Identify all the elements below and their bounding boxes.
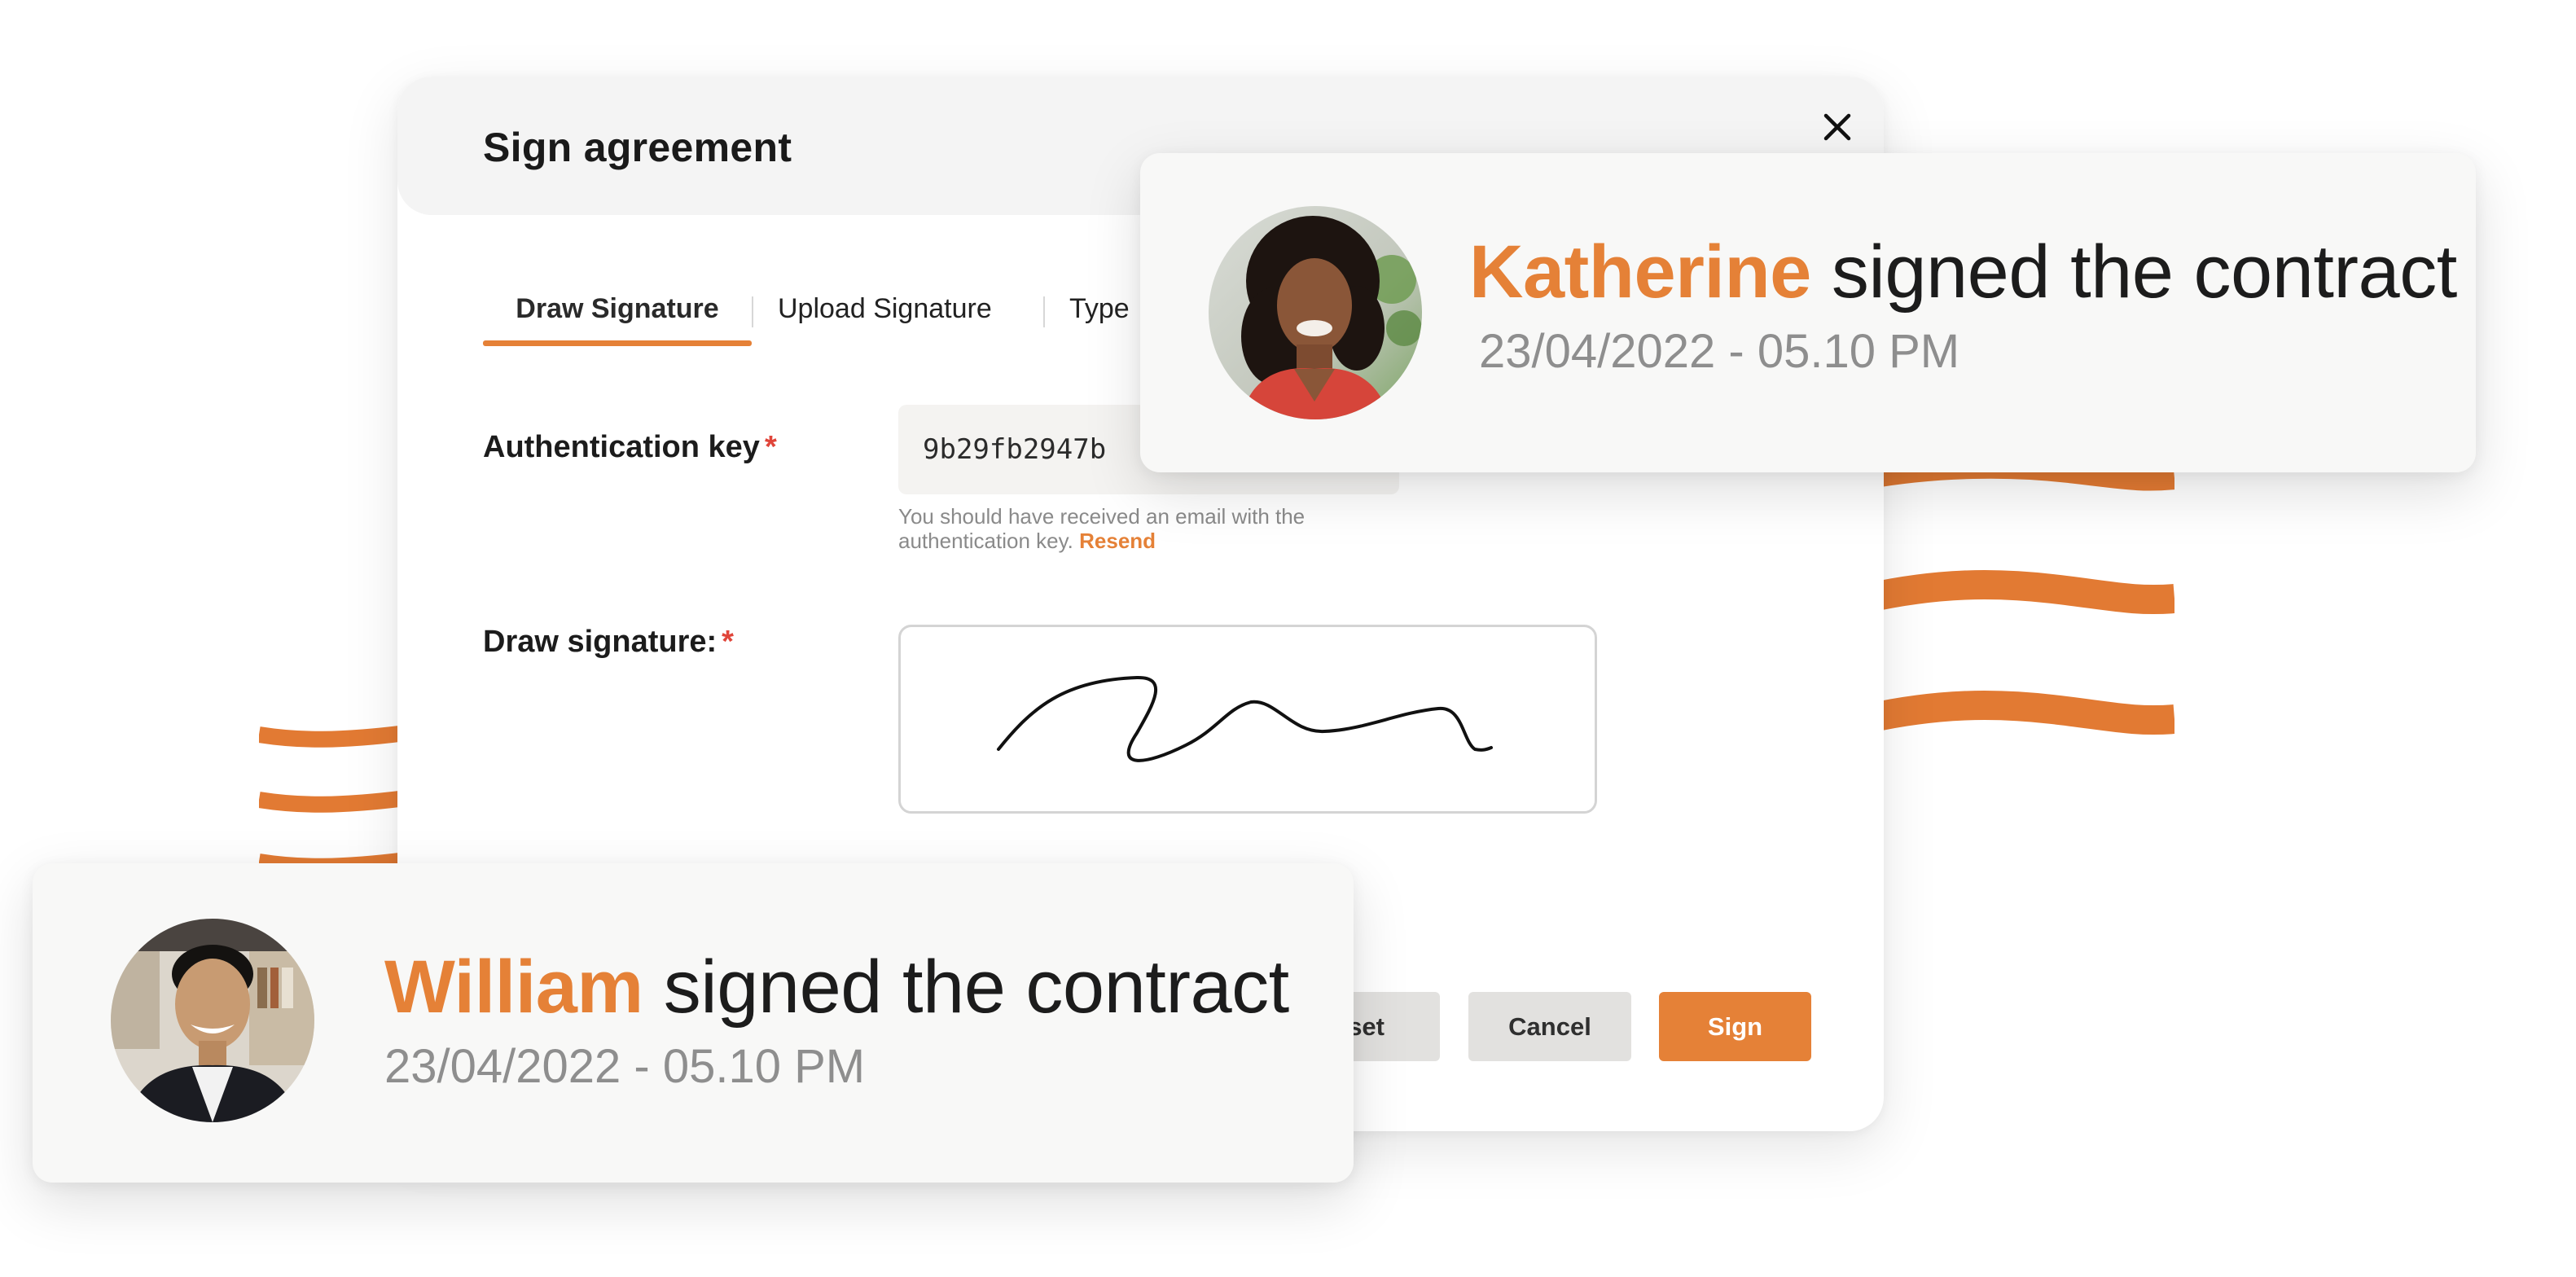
auth-key-help: You should have received an email with t…: [898, 504, 1354, 553]
decorative-waves-left: [259, 717, 406, 871]
dialog-title: Sign agreement: [483, 125, 792, 170]
signer-name: Katherine: [1469, 230, 1811, 314]
signature-stroke: [997, 675, 1493, 762]
close-button[interactable]: [1815, 104, 1860, 150]
tab-upload-signature[interactable]: Upload Signature: [778, 293, 992, 325]
avatar-katherine: [1209, 206, 1422, 419]
tab-divider: [1043, 296, 1045, 327]
auth-key-label: Authentication key *: [483, 430, 777, 465]
notification-card-katherine: Katherine signed the contract 23/04/2022…: [1140, 153, 2476, 472]
tab-draw-signature[interactable]: Draw Signature: [483, 293, 752, 325]
notification-timestamp: 23/04/2022 - 05.10 PM: [384, 1040, 866, 1093]
close-icon: [1823, 113, 1851, 141]
resend-link[interactable]: Resend: [1079, 529, 1156, 553]
signer-name: William: [384, 946, 643, 1029]
notification-message: signed the contract: [1810, 230, 2457, 314]
notification-title: Katherine signed the contract: [1469, 230, 2457, 315]
decorative-waves-right: [1865, 460, 2174, 761]
signature-pad[interactable]: [898, 625, 1597, 814]
notification-message: signed the contract: [643, 946, 1289, 1029]
notification-title: William signed the contract: [384, 945, 1289, 1030]
required-mark: *: [764, 430, 777, 464]
notification-card-william: William signed the contract 23/04/2022 -…: [33, 863, 1354, 1183]
required-mark: *: [722, 625, 734, 659]
auth-key-label-text: Authentication key: [483, 430, 760, 464]
sign-button[interactable]: Sign: [1659, 992, 1811, 1061]
tab-divider: [752, 296, 753, 327]
draw-signature-label: Draw signature: *: [483, 625, 734, 660]
avatar-william: [111, 919, 314, 1122]
tab-type-signature[interactable]: Type: [1069, 293, 1130, 325]
draw-signature-label-text: Draw signature:: [483, 625, 718, 659]
stage: Sign agreement Draw Signature Upload Sig…: [0, 0, 2576, 1277]
cancel-button[interactable]: Cancel: [1468, 992, 1631, 1061]
active-tab-indicator: [483, 340, 752, 346]
notification-timestamp: 23/04/2022 - 05.10 PM: [1479, 325, 1960, 378]
